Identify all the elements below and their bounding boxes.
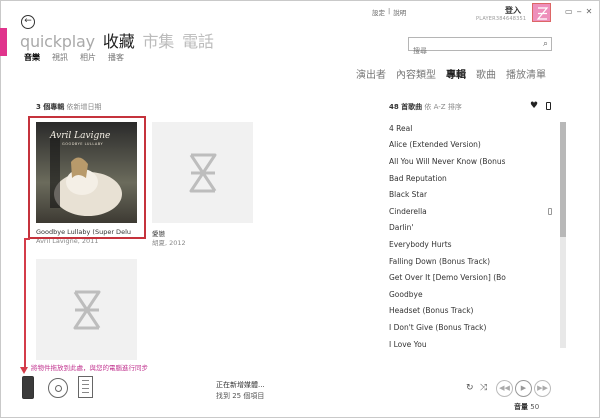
link-separator: |	[388, 7, 391, 15]
song-title: All You Will Never Know (Bonus	[389, 156, 506, 166]
pivot-tab-marketplace[interactable]: 市集	[143, 28, 175, 52]
pivot-tab-phone[interactable]: 電話	[182, 28, 214, 52]
top-links: 設定 | 說明	[372, 7, 406, 17]
albums-header: 3 個專輯 依新增日期	[36, 102, 102, 112]
song-row[interactable]: All You Will Never Know (Bonus	[389, 153, 555, 170]
zune-placeholder-icon	[189, 153, 216, 192]
on-device-icon	[548, 207, 552, 215]
song-row[interactable]: Headset (Bonus Track)	[389, 303, 555, 320]
song-row[interactable]: Get Over It [Demo Version] (Bo	[389, 269, 555, 286]
zune-placeholder-icon	[73, 290, 100, 329]
album-placeholder	[152, 122, 253, 223]
tab-artists[interactable]: 演出者	[356, 66, 386, 81]
song-row[interactable]: Goodbye	[389, 286, 555, 303]
avatar[interactable]	[532, 3, 551, 22]
song-title: Goodbye	[389, 289, 423, 299]
brand-label: quickplay	[20, 32, 95, 51]
phone-icon[interactable]	[546, 102, 551, 110]
subnav-podcasts[interactable]: 播客	[108, 52, 124, 63]
annotation-arrow	[24, 239, 26, 369]
play-icon[interactable]: ▶	[515, 380, 532, 397]
subnav-photos[interactable]: 相片	[80, 52, 96, 63]
albums-sort[interactable]: 依新增日期	[67, 103, 102, 111]
pivot-tab-collection[interactable]: 收藏	[103, 28, 135, 52]
song-title: Alice (Extended Version)	[389, 140, 481, 150]
song-title: Falling Down (Bonus Track)	[389, 256, 491, 266]
volume-control[interactable]: 音量 50	[514, 402, 539, 412]
search-icon[interactable]: ⌕	[543, 39, 548, 49]
album-placeholder	[36, 259, 137, 360]
phone-icon[interactable]	[22, 376, 34, 399]
sync-status: 正在新增媒體...	[216, 381, 265, 389]
accent-bar	[0, 28, 7, 56]
song-row[interactable]: 4 Real	[389, 120, 555, 137]
search-box: ⌕	[408, 37, 552, 57]
sub-nav: 音樂 視訊 相片 播客	[24, 52, 124, 63]
selection-highlight	[28, 116, 146, 239]
song-row[interactable]: I Love You	[389, 336, 555, 353]
subnav-music[interactable]: 音樂	[24, 52, 40, 63]
restore-icon[interactable]: ▭	[565, 7, 573, 16]
next-icon[interactable]: ▶▶	[534, 380, 551, 397]
help-link[interactable]: 說明	[393, 7, 406, 17]
songs-header: 48 首歌曲 依 A-Z 排序	[389, 102, 462, 112]
song-row[interactable]: Alice (Extended Version)	[389, 137, 555, 154]
song-title: Bad Reputation	[389, 173, 447, 183]
refresh-icon[interactable]: ↻	[466, 383, 474, 393]
previous-icon[interactable]: ◀◀	[496, 380, 513, 397]
category-tabs: 演出者 內容類型 專輯 歌曲 播放清單	[356, 66, 546, 81]
player-controls: ◀◀ ▶ ▶▶	[496, 380, 551, 397]
tab-albums[interactable]: 專輯	[446, 66, 466, 81]
tab-playlists[interactable]: 播放清單	[506, 66, 546, 81]
songs-sort[interactable]: 依 A-Z 排序	[424, 103, 461, 111]
song-title: Everybody Hurts	[389, 239, 452, 249]
song-title: Get Over It [Demo Version] (Bo	[389, 273, 506, 283]
song-title: I Love You	[389, 339, 427, 349]
song-title: Headset (Bonus Track)	[389, 306, 474, 316]
sync-hint: 將物件拖放到此處，與您的電腦進行同步	[31, 364, 148, 372]
tab-genres[interactable]: 內容類型	[396, 66, 436, 81]
close-icon[interactable]: ✕	[586, 7, 593, 16]
song-row[interactable]: Everybody Hurts	[389, 236, 555, 253]
song-row[interactable]: Black Star	[389, 186, 555, 203]
zune-logo-icon	[536, 7, 549, 20]
song-title: I Don't Give (Bonus Track)	[389, 322, 487, 332]
volume-value: 50	[530, 403, 540, 411]
sign-in-link[interactable]: 登入	[505, 5, 521, 16]
window-controls: ▭ ‒ ✕	[565, 7, 592, 16]
song-title: Darlin'	[389, 223, 414, 233]
song-list-scrollbar[interactable]	[560, 122, 566, 348]
heart-icon[interactable]: ♥	[530, 101, 538, 111]
song-row[interactable]: Bad Reputation	[389, 170, 555, 187]
song-title: 4 Real	[389, 123, 413, 133]
search-input[interactable]	[409, 45, 529, 57]
sync-count: 找到 25 個項目	[216, 392, 265, 400]
albums-count: 3 個專輯	[36, 103, 65, 111]
scroll-thumb[interactable]	[560, 122, 566, 237]
album-tile[interactable]	[36, 259, 137, 360]
song-list: 4 Real Alice (Extended Version) All You …	[389, 120, 555, 352]
song-title: Cinderella	[389, 206, 427, 216]
settings-link[interactable]: 設定	[372, 7, 385, 17]
minimize-icon[interactable]: ‒	[577, 7, 582, 16]
song-row[interactable]: I Don't Give (Bonus Track)	[389, 319, 555, 336]
pivot-nav: quickplay 收藏 市集 電話	[20, 28, 214, 52]
player-id: PLAYER384648351	[476, 16, 527, 22]
tab-songs[interactable]: 歌曲	[476, 66, 496, 81]
song-row[interactable]: Darlin'	[389, 220, 555, 237]
annotation-arrow-head	[20, 367, 28, 374]
shuffle-icon[interactable]: ⤨	[480, 383, 487, 393]
subnav-video[interactable]: 視訊	[52, 52, 68, 63]
song-row[interactable]: Cinderella	[389, 203, 555, 220]
album-artist-year: 胡夏, 2012	[152, 239, 186, 247]
disc-icon[interactable]	[48, 378, 68, 398]
back-icon[interactable]: ←	[21, 15, 35, 29]
album-tile[interactable]: 愛戀 胡夏, 2012	[152, 122, 253, 247]
songs-count: 48 首歌曲	[389, 103, 423, 111]
song-title: Black Star	[389, 190, 428, 200]
volume-label: 音量	[514, 403, 528, 411]
document-icon[interactable]	[78, 376, 93, 398]
song-row[interactable]: Falling Down (Bonus Track)	[389, 253, 555, 270]
